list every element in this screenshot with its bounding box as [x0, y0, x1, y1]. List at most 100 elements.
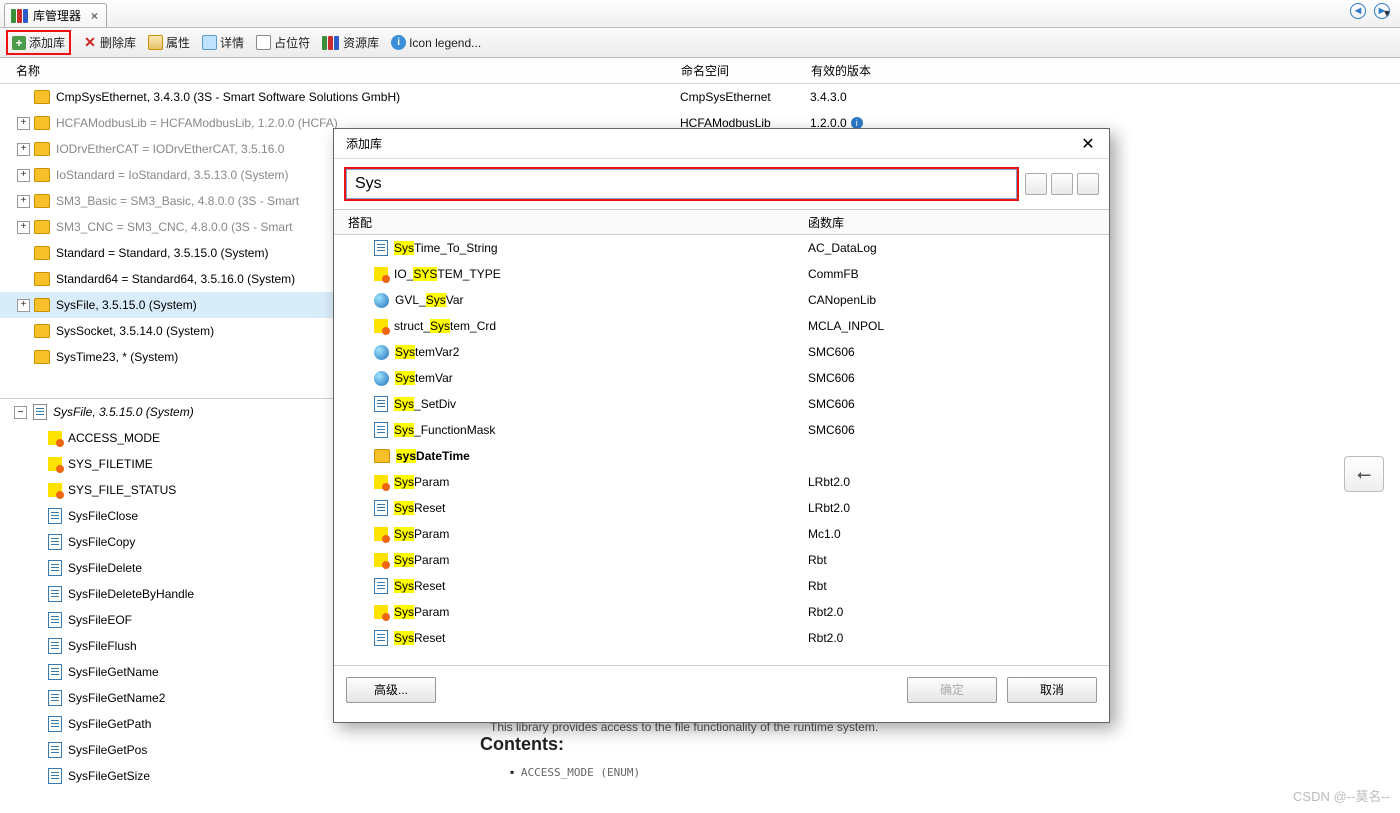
- tree-row[interactable]: CmpSysEthernet, 3.4.3.0 (3S - Smart Soft…: [0, 84, 670, 110]
- nav-forward-icon[interactable]: ►: [1374, 3, 1390, 19]
- col-namespace: 命名空间: [681, 62, 811, 79]
- expand-icon[interactable]: +: [17, 117, 30, 130]
- result-row[interactable]: SysParamRbt: [334, 547, 1109, 573]
- result-row[interactable]: SysResetRbt2.0: [334, 625, 1109, 651]
- tab-library-manager[interactable]: 库管理器 ×: [4, 3, 107, 27]
- expand-icon[interactable]: +: [17, 221, 30, 234]
- toolbar: + 添加库 ✕ 删除库 属性 详情 占位符 资源库 i Icon legend.…: [0, 28, 1400, 58]
- contents-item: ACCESS_MODE (ENUM): [521, 766, 640, 779]
- result-row[interactable]: Sys_SetDivSMC606: [334, 391, 1109, 417]
- search-row: [334, 159, 1109, 209]
- struct-icon: [374, 319, 388, 333]
- result-row[interactable]: SysParamRbt2.0: [334, 599, 1109, 625]
- details-button[interactable]: 详情: [202, 34, 244, 51]
- add-library-button[interactable]: + 添加库: [6, 30, 71, 55]
- struct-icon: [374, 527, 388, 541]
- details-label: 详情: [220, 34, 244, 51]
- tab-close-icon[interactable]: ×: [91, 9, 98, 23]
- result-row[interactable]: SysResetRbt: [334, 573, 1109, 599]
- lib-text: SMC606: [804, 371, 1109, 385]
- lib-text: Rbt2.0: [804, 631, 1109, 645]
- collapse-icon[interactable]: −: [14, 406, 27, 419]
- dialog-buttons: 高级... 确定 取消: [334, 665, 1109, 713]
- item-label: ACCESS_MODE: [68, 431, 160, 445]
- document-icon: [374, 240, 388, 256]
- delete-icon: ✕: [83, 36, 97, 50]
- col-match: 搭配: [334, 214, 804, 231]
- placeholder-button[interactable]: 占位符: [256, 34, 310, 51]
- search-input[interactable]: [346, 169, 1017, 199]
- match-text: SysReset: [394, 579, 445, 593]
- add-library-label: 添加库: [29, 34, 65, 51]
- result-row[interactable]: IO_SYSTEM_TYPECommFB: [334, 261, 1109, 287]
- result-row[interactable]: SysTime_To_StringAC_DataLog: [334, 235, 1109, 261]
- document-icon: [48, 638, 62, 654]
- result-row[interactable]: struct_System_CrdMCLA_INPOL: [334, 313, 1109, 339]
- item-label: SYS_FILE_STATUS: [68, 483, 176, 497]
- icon-legend-label: Icon legend...: [409, 36, 481, 50]
- advanced-button[interactable]: 高级...: [346, 677, 436, 703]
- expand-icon[interactable]: +: [17, 143, 30, 156]
- back-button[interactable]: ⭠: [1344, 456, 1384, 492]
- result-row[interactable]: Sys_FunctionMaskSMC606: [334, 417, 1109, 443]
- expand-icon[interactable]: +: [17, 299, 30, 312]
- close-icon[interactable]: ✕: [1079, 135, 1097, 153]
- result-row[interactable]: GVL_SysVar CANopenLib: [334, 287, 1109, 313]
- lib-text: SMC606: [804, 423, 1109, 437]
- ok-button[interactable]: 确定: [907, 677, 997, 703]
- tab-title: 库管理器: [33, 7, 81, 24]
- books-icon: [322, 36, 340, 50]
- tree-label: HCFAModbusLib = HCFAModbusLib, 1.2.0.0 (…: [56, 116, 338, 130]
- icon-legend-button[interactable]: i Icon legend...: [391, 35, 481, 50]
- cancel-button[interactable]: 取消: [1007, 677, 1097, 703]
- result-row[interactable]: sysDateTime: [334, 443, 1109, 469]
- view-btn-1[interactable]: [1025, 173, 1047, 195]
- match-text: IO_SYSTEM_TYPE: [394, 267, 501, 281]
- resource-library-button[interactable]: 资源库: [322, 34, 379, 51]
- tree-label: SysFile, 3.5.15.0 (System): [56, 298, 197, 312]
- add-library-dialog: 添加库 ✕ 搭配 函数库 SysTime_To_StringAC_DataLog…: [333, 128, 1110, 723]
- result-row[interactable]: SystemVar2SMC606: [334, 339, 1109, 365]
- view-btn-3[interactable]: [1077, 173, 1099, 195]
- result-row[interactable]: SysResetLRbt2.0: [334, 495, 1109, 521]
- document-icon: [374, 630, 388, 646]
- result-row[interactable]: SysParamLRbt2.0: [334, 469, 1109, 495]
- properties-button[interactable]: 属性: [148, 34, 190, 51]
- info-icon: i: [391, 35, 406, 50]
- results-list[interactable]: SysTime_To_StringAC_DataLogIO_SYSTEM_TYP…: [334, 235, 1109, 665]
- tree-label: Standard64 = Standard64, 3.5.16.0 (Syste…: [56, 272, 295, 286]
- struct-icon: [48, 431, 62, 445]
- view-buttons: [1025, 173, 1099, 195]
- document-icon: [48, 716, 62, 732]
- dialog-titlebar: 添加库 ✕: [334, 129, 1109, 159]
- delete-library-label: 删除库: [100, 34, 136, 51]
- match-text: SysParam: [394, 475, 449, 489]
- tree-item[interactable]: SysFileGetSize: [0, 763, 460, 789]
- expand-icon[interactable]: +: [17, 195, 30, 208]
- item-label: SysFileGetPos: [68, 743, 147, 757]
- lib-text: LRbt2.0: [804, 501, 1109, 515]
- expand-icon[interactable]: +: [17, 169, 30, 182]
- lib-text: Rbt2.0: [804, 605, 1109, 619]
- match-text: GVL_SysVar: [395, 293, 464, 307]
- item-label: SysFileEOF: [68, 613, 132, 627]
- result-row[interactable]: SysParamMc1.0: [334, 521, 1109, 547]
- tab-bar: 库管理器 × ▾: [0, 0, 1400, 28]
- document-icon: [48, 508, 62, 524]
- item-label: SysFileGetPath: [68, 717, 151, 731]
- lib-text: Mc1.0: [804, 527, 1109, 541]
- delete-library-button[interactable]: ✕ 删除库: [83, 34, 136, 51]
- result-row[interactable]: SystemVarSMC606: [334, 365, 1109, 391]
- document-icon: [48, 586, 62, 602]
- item-label: SysFileDelete: [68, 561, 142, 575]
- tree-item[interactable]: SysFileGetPos: [0, 737, 460, 763]
- view-btn-2[interactable]: [1051, 173, 1073, 195]
- doc-panel: Contents: ▪ ACCESS_MODE (ENUM): [480, 718, 1300, 779]
- tree-ns: CmpSysEthernet: [680, 90, 810, 104]
- item-label: SysFileGetName2: [68, 691, 165, 705]
- nav-back-icon[interactable]: ◄: [1350, 3, 1366, 19]
- placeholder-label: 占位符: [274, 34, 310, 51]
- globe-icon: [374, 345, 389, 360]
- properties-label: 属性: [166, 34, 190, 51]
- lib-text: CANopenLib: [804, 293, 1109, 307]
